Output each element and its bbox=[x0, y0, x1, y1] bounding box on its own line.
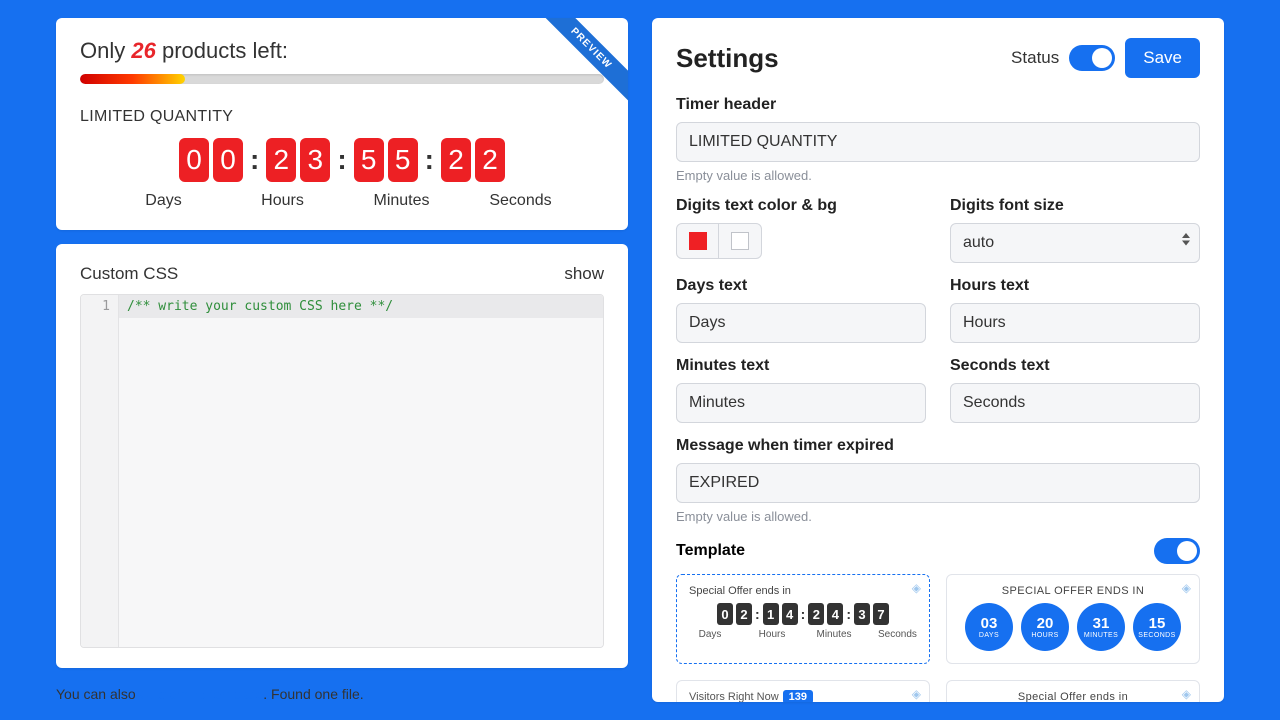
digit-min-0: 5 bbox=[354, 138, 384, 182]
font-size-label: Digits font size bbox=[950, 197, 1200, 215]
template-a-digits: 02: 14: 24: 37 bbox=[689, 603, 917, 625]
template-grid: ◈ Special Offer ends in 02: 14: 24: 37 D… bbox=[676, 574, 1200, 702]
template-a-units: DaysHoursMinutesSeconds bbox=[689, 629, 917, 640]
template-label: Template bbox=[676, 542, 745, 560]
fg-color-button[interactable] bbox=[677, 224, 719, 258]
custom-css-card: Custom CSS show 1 /** write your custom … bbox=[56, 244, 628, 668]
hours-text-field: Hours text bbox=[950, 277, 1200, 343]
days-text-field: Days text bbox=[676, 277, 926, 343]
css-editor[interactable]: 1 /** write your custom CSS here **/ bbox=[80, 294, 604, 648]
template-section-head: Template bbox=[676, 538, 1200, 564]
stock-progress-fill bbox=[80, 74, 185, 84]
settings-title: Settings bbox=[676, 43, 779, 74]
swatch-white-icon bbox=[731, 232, 749, 250]
days-text-input[interactable] bbox=[676, 303, 926, 343]
unit-days: Days bbox=[132, 192, 196, 210]
stock-prefix: Only bbox=[80, 38, 125, 63]
expired-hint: Empty value is allowed. bbox=[676, 509, 1200, 524]
digit-min-1: 5 bbox=[388, 138, 418, 182]
bg-color-button[interactable] bbox=[719, 224, 761, 258]
footnote: You can also Customize template. Found o… bbox=[56, 686, 628, 702]
gem-icon: ◈ bbox=[912, 687, 921, 701]
template-option-plain[interactable]: ◈ Special Offer ends in bbox=[946, 680, 1200, 702]
unit-seconds: Seconds bbox=[489, 192, 553, 210]
hours-text-label: Hours text bbox=[950, 277, 1200, 295]
seconds-text-field: Seconds text bbox=[950, 357, 1200, 423]
stock-progress bbox=[80, 74, 604, 84]
visitors-line: Visitors Right Now139 bbox=[689, 691, 917, 702]
minutes-text-field: Minutes text bbox=[676, 357, 926, 423]
expired-label: Message when timer expired bbox=[676, 437, 1200, 455]
status-toggle[interactable] bbox=[1069, 45, 1115, 71]
expired-input[interactable] bbox=[676, 463, 1200, 503]
customize-template-link[interactable]: Customize template bbox=[140, 686, 264, 702]
gem-icon: ◈ bbox=[1182, 687, 1191, 701]
digit-hours-1: 3 bbox=[300, 138, 330, 182]
countdown-timer: 00 : 23 : 55 : 22 Days Hours Minutes Sec… bbox=[80, 138, 604, 210]
stock-count: 26 bbox=[131, 38, 155, 63]
timer-header-hint: Empty value is allowed. bbox=[676, 168, 1200, 183]
timer-header-label: LIMITED QUANTITY bbox=[80, 108, 604, 126]
custom-css-toggle[interactable]: show bbox=[564, 264, 604, 284]
editor-gutter: 1 bbox=[81, 295, 119, 647]
timer-header-field-label: Timer header bbox=[676, 96, 1200, 114]
gem-icon: ◈ bbox=[912, 581, 921, 595]
digit-days-0: 0 bbox=[179, 138, 209, 182]
color-picker bbox=[676, 223, 762, 259]
gem-icon: ◈ bbox=[1182, 581, 1191, 595]
hours-text-input[interactable] bbox=[950, 303, 1200, 343]
template-d-title: Special Offer ends in bbox=[959, 691, 1187, 702]
template-b-circles: 03DAYS 20HOURS 31MINUTES 15SECONDS bbox=[959, 603, 1187, 651]
visitors-badge: 139 bbox=[783, 690, 813, 702]
code-line: /** write your custom CSS here **/ bbox=[119, 295, 603, 318]
digit-sec-1: 2 bbox=[475, 138, 505, 182]
colon: : bbox=[247, 144, 262, 176]
digit-sec-0: 2 bbox=[441, 138, 471, 182]
swatch-red-icon bbox=[689, 232, 707, 250]
timer-header-field: Timer header Empty value is allowed. bbox=[676, 96, 1200, 183]
colon: : bbox=[334, 144, 349, 176]
template-option-visitors[interactable]: ◈ Visitors Right Now139 Special Offer en… bbox=[676, 680, 930, 702]
template-option-circles[interactable]: ◈ SPECIAL OFFER ENDS IN 03DAYS 20HOURS 3… bbox=[946, 574, 1200, 664]
preview-card: PREVIEW Only 26 products left: LIMITED Q… bbox=[56, 18, 628, 230]
digit-hours-0: 2 bbox=[266, 138, 296, 182]
digits-color-field: Digits text color & bg bbox=[676, 197, 926, 263]
timer-unit-labels: Days Hours Minutes Seconds bbox=[132, 192, 553, 210]
template-option-dark-digits[interactable]: ◈ Special Offer ends in 02: 14: 24: 37 D… bbox=[676, 574, 930, 664]
minutes-text-label: Minutes text bbox=[676, 357, 926, 375]
template-a-title: Special Offer ends in bbox=[689, 585, 917, 597]
colon: : bbox=[422, 144, 437, 176]
editor-code[interactable]: /** write your custom CSS here **/ bbox=[119, 295, 603, 647]
template-toggle[interactable] bbox=[1154, 538, 1200, 564]
preview-ribbon-label: PREVIEW bbox=[538, 18, 628, 108]
timer-header-input[interactable] bbox=[676, 122, 1200, 162]
unit-hours: Hours bbox=[251, 192, 315, 210]
digit-days-1: 0 bbox=[213, 138, 243, 182]
status-label: Status bbox=[1011, 48, 1059, 68]
font-size-select[interactable] bbox=[950, 223, 1200, 263]
stock-suffix: products left: bbox=[162, 38, 288, 63]
toggle-knob bbox=[1177, 541, 1197, 561]
seconds-text-label: Seconds text bbox=[950, 357, 1200, 375]
font-size-field: Digits font size bbox=[950, 197, 1200, 263]
minutes-text-input[interactable] bbox=[676, 383, 926, 423]
stock-line: Only 26 products left: bbox=[80, 38, 604, 64]
line-number: 1 bbox=[102, 299, 110, 314]
unit-minutes: Minutes bbox=[370, 192, 434, 210]
preview-ribbon: PREVIEW bbox=[538, 18, 628, 108]
timer-digits: 00 : 23 : 55 : 22 bbox=[179, 138, 505, 182]
footnote-prefix: You can also bbox=[56, 686, 140, 702]
template-b-title: SPECIAL OFFER ENDS IN bbox=[959, 585, 1187, 597]
settings-card: Settings Status Save Timer header Empty … bbox=[652, 18, 1224, 702]
seconds-text-input[interactable] bbox=[950, 383, 1200, 423]
toggle-knob bbox=[1092, 48, 1112, 68]
save-button[interactable]: Save bbox=[1125, 38, 1200, 78]
days-text-label: Days text bbox=[676, 277, 926, 295]
expired-msg-field: Message when timer expired Empty value i… bbox=[676, 437, 1200, 524]
digits-color-label: Digits text color & bg bbox=[676, 197, 926, 215]
footnote-suffix: . Found one file. bbox=[263, 686, 363, 702]
custom-css-title: Custom CSS bbox=[80, 264, 178, 284]
